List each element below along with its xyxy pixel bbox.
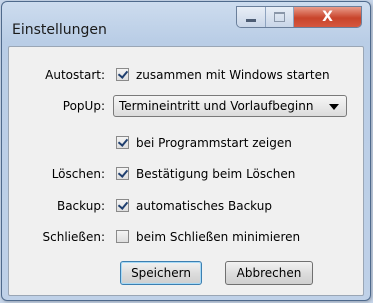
popup-label: PopUp: xyxy=(62,99,105,113)
autostart-checkbox-label[interactable]: zusammen mit Windows starten xyxy=(136,68,330,82)
backup-label: Backup: xyxy=(56,199,105,213)
window-title: Einstellungen xyxy=(12,22,107,38)
minimize-on-close-checkbox-label[interactable]: beim Schließen minimieren xyxy=(136,230,300,244)
chevron-down-icon xyxy=(329,104,339,110)
maximize-button[interactable] xyxy=(266,7,294,27)
delete-label: Löschen: xyxy=(51,167,105,181)
autostart-label: Autostart: xyxy=(45,68,105,82)
delete-confirm-checkbox-label[interactable]: Bestätigung beim Löschen xyxy=(136,167,295,181)
auto-backup-checkbox[interactable] xyxy=(116,199,129,212)
show-on-start-checkbox-label[interactable]: bei Programmstart zeigen xyxy=(136,136,292,150)
autostart-checkbox[interactable] xyxy=(116,68,129,81)
popup-select[interactable]: Termineintritt und Vorlaufbeginn xyxy=(113,95,347,117)
close-button[interactable]: X xyxy=(294,7,361,27)
settings-window: Einstellungen X Autostart: zusammen mit … xyxy=(1,1,371,301)
close-label: Schließen: xyxy=(42,230,105,244)
minimize-button[interactable] xyxy=(237,7,266,27)
cancel-button[interactable]: Abbrechen xyxy=(225,261,313,285)
minimize-icon xyxy=(246,19,256,22)
minimize-on-close-checkbox[interactable] xyxy=(116,230,129,243)
auto-backup-checkbox-label[interactable]: automatisches Backup xyxy=(136,199,272,213)
maximize-icon xyxy=(274,12,285,22)
delete-confirm-checkbox[interactable] xyxy=(116,167,129,180)
caption-buttons: X xyxy=(236,6,362,28)
title-bar[interactable]: Einstellungen X xyxy=(2,2,370,40)
settings-panel: Autostart: zusammen mit Windows starten … xyxy=(8,46,364,296)
close-icon: X xyxy=(322,9,333,25)
show-on-start-checkbox[interactable] xyxy=(116,136,129,149)
save-button[interactable]: Speichern xyxy=(120,261,202,285)
popup-select-value: Termineintritt und Vorlaufbeginn xyxy=(119,99,314,113)
